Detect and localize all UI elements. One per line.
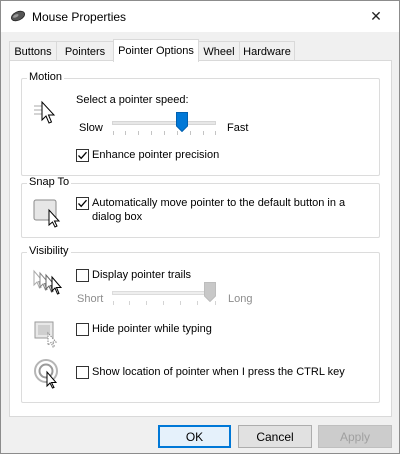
motion-group: Motion Select a pointer speed: Slow Fast	[21, 71, 380, 176]
slider-tick	[113, 131, 114, 135]
mouse-icon	[10, 10, 26, 22]
pointer-speed-slider[interactable]	[112, 112, 216, 136]
auto-move-label-line2: dialog box	[92, 211, 143, 223]
slider-tick	[163, 301, 164, 305]
short-label: Short	[77, 293, 104, 305]
snap-to-group: Snap To Automatically move pointer to th…	[21, 176, 380, 238]
slider-tick	[129, 301, 130, 305]
slider-tick	[203, 131, 204, 135]
auto-move-checkbox[interactable]	[76, 197, 89, 210]
slider-tick	[197, 301, 198, 305]
tab-pointer-options[interactable]: Pointer Options	[113, 39, 199, 62]
mouse-properties-window: Mouse Properties ✕ Buttons Pointers Poin…	[0, 0, 400, 454]
hide-pointer-icon	[34, 318, 64, 351]
slider-thumb[interactable]	[176, 112, 188, 135]
slider-tick	[190, 131, 191, 135]
speed-prompt: Select a pointer speed:	[76, 94, 189, 106]
motion-group-label: Motion	[27, 71, 65, 83]
tab-buttons[interactable]: Buttons	[9, 41, 57, 61]
hide-pointer-checkbox[interactable]	[76, 323, 89, 336]
fast-label: Fast	[227, 122, 249, 134]
window-title: Mouse Properties	[32, 10, 127, 24]
tab-panel: Motion Select a pointer speed: Slow Fast	[9, 60, 392, 417]
slider-tick	[180, 301, 181, 305]
tab-wheel[interactable]: Wheel	[198, 41, 240, 61]
visibility-group: Visibility Display pointer trails Short …	[21, 245, 380, 403]
visibility-group-label: Visibility	[27, 245, 71, 257]
slider-tick	[146, 301, 147, 305]
hide-pointer-label: Hide pointer while typing	[92, 323, 212, 335]
snap-to-default-icon	[33, 198, 65, 231]
pointer-trails-checkbox[interactable]	[76, 269, 89, 282]
cancel-button[interactable]: Cancel	[238, 425, 312, 448]
ok-button[interactable]: OK	[158, 425, 231, 448]
close-button[interactable]: ✕	[353, 1, 399, 32]
slider-track	[112, 121, 216, 125]
ctrl-locate-icon	[32, 357, 64, 392]
trail-length-slider[interactable]	[112, 282, 216, 306]
auto-move-label-line1: Automatically move pointer to the defaul…	[92, 197, 346, 209]
slider-tick	[138, 131, 139, 135]
ctrl-locate-label: Show location of pointer when I press th…	[92, 366, 345, 378]
title-bar: Mouse Properties ✕	[1, 1, 399, 32]
ctrl-locate-checkbox[interactable]	[76, 366, 89, 379]
slider-tick	[151, 131, 152, 135]
slow-label: Slow	[79, 122, 103, 134]
slider-tick	[215, 131, 216, 135]
long-label: Long	[228, 293, 253, 305]
slider-track	[112, 291, 216, 295]
close-icon: ✕	[370, 8, 382, 24]
tab-pointers[interactable]: Pointers	[56, 41, 114, 61]
enhance-precision-checkbox[interactable]	[76, 149, 89, 162]
snap-to-group-label: Snap To	[27, 176, 72, 188]
slider-tick	[113, 301, 114, 305]
pointer-trails-icon	[32, 269, 66, 298]
tab-hardware[interactable]: Hardware	[239, 41, 295, 61]
pointer-trails-label: Display pointer trails	[92, 269, 192, 281]
apply-button[interactable]: Apply	[318, 425, 392, 448]
pointer-speed-icon	[34, 100, 60, 129]
slider-tick	[164, 131, 165, 135]
enhance-precision-label: Enhance pointer precision	[92, 149, 220, 161]
slider-thumb[interactable]	[204, 282, 216, 305]
slider-tick	[125, 131, 126, 135]
